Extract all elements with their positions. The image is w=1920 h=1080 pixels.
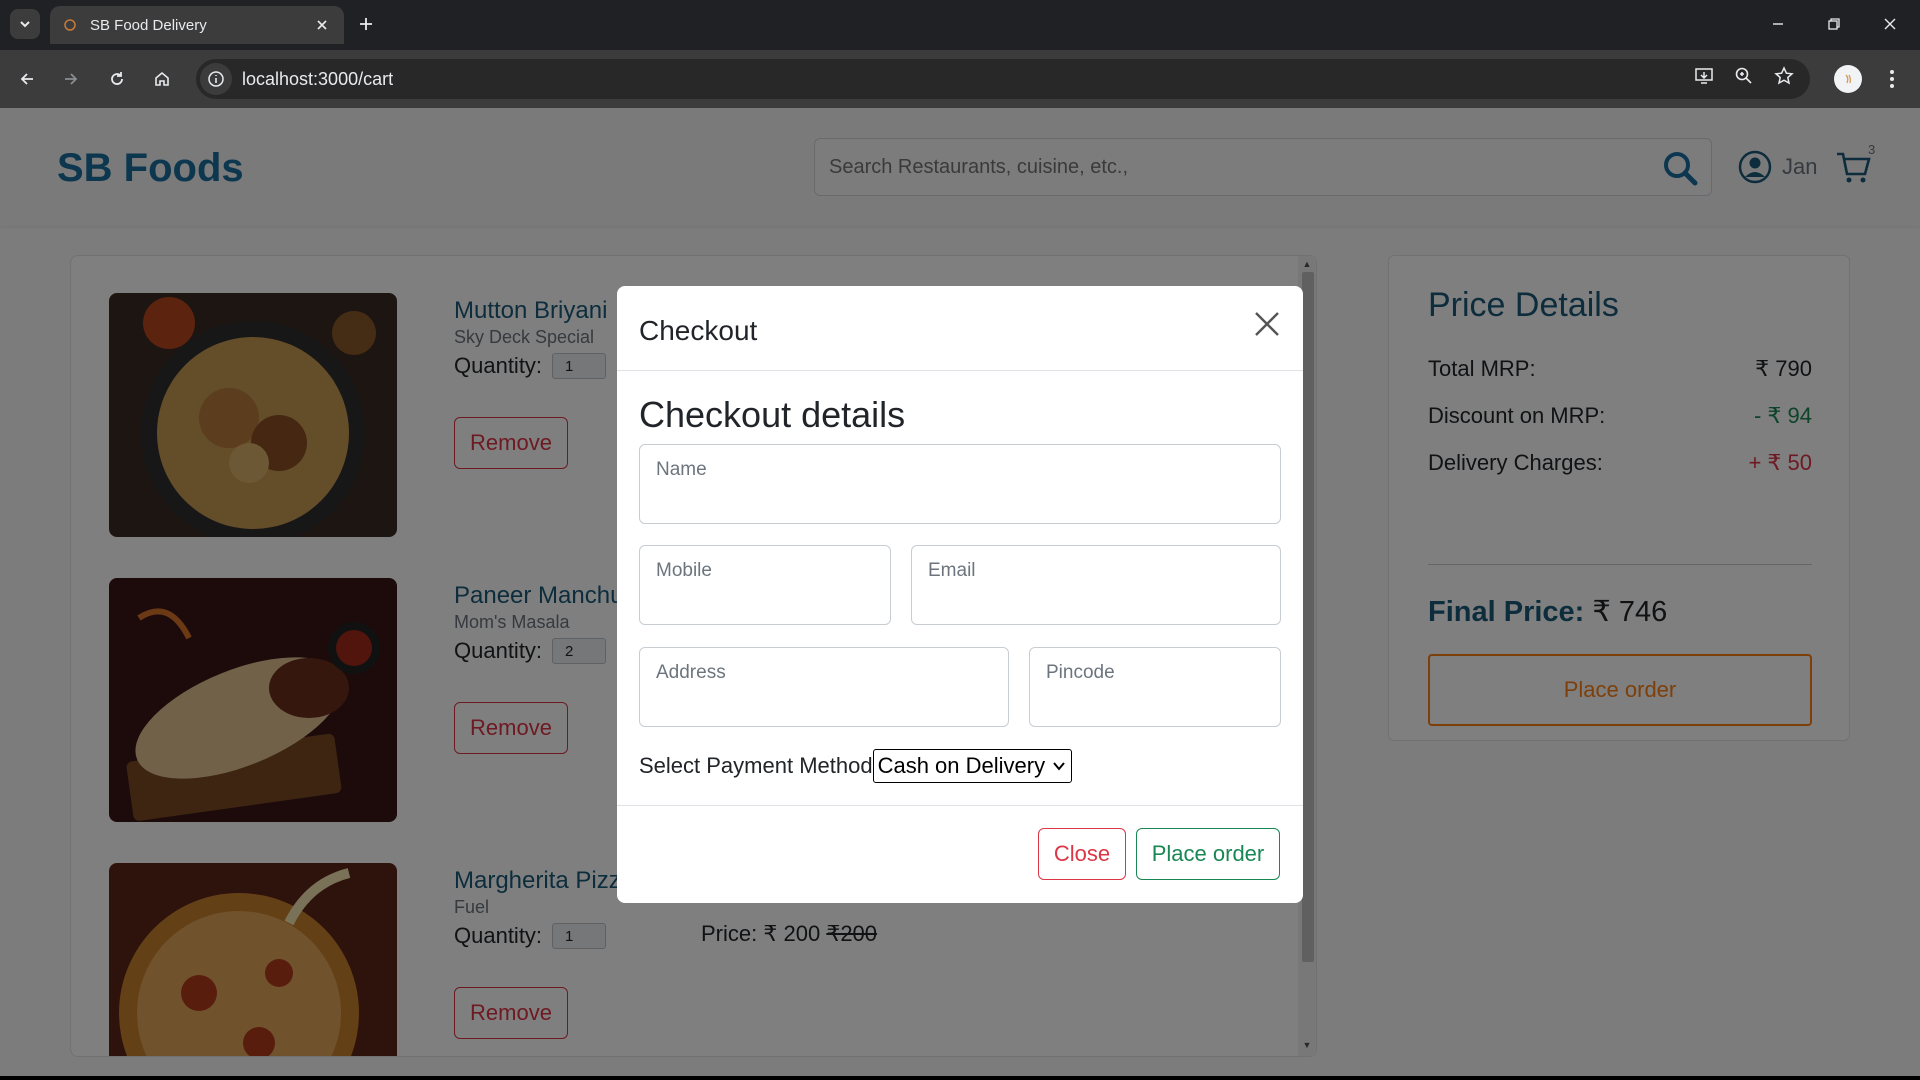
window-close-icon[interactable] [1872, 10, 1908, 38]
address-input[interactable] [656, 690, 992, 718]
payment-method-row: Select Payment Method Cash on Delivery [639, 749, 1073, 783]
bookmark-star-icon[interactable] [1768, 60, 1800, 92]
address-field-label: Address [656, 662, 726, 683]
minimize-icon[interactable] [1760, 10, 1796, 38]
home-icon[interactable] [147, 64, 177, 94]
checkout-modal: Checkout Checkout details Name Mobile Em… [617, 286, 1303, 903]
close-button[interactable]: Close [1038, 828, 1126, 880]
email-input[interactable] [928, 588, 1264, 616]
favicon-icon [62, 17, 78, 33]
mobile-field-label: Mobile [656, 560, 712, 581]
payment-method-select[interactable]: Cash on Delivery [872, 749, 1073, 783]
site-info-icon[interactable] [200, 63, 232, 95]
install-app-icon[interactable] [1688, 60, 1720, 92]
submit-order-button[interactable]: Place order [1136, 828, 1280, 880]
email-field[interactable]: Email [911, 545, 1281, 625]
mobile-input[interactable] [656, 588, 874, 616]
pincode-input[interactable] [1046, 690, 1264, 718]
address-bar[interactable]: localhost:3000/cart [196, 59, 1810, 99]
reload-icon[interactable] [102, 64, 132, 94]
pincode-field[interactable]: Pincode [1029, 647, 1281, 727]
address-field[interactable]: Address [639, 647, 1009, 727]
modal-footer: Close Place order [617, 805, 1303, 903]
url-text: localhost:3000/cart [242, 68, 394, 89]
forward-arrow-icon[interactable] [56, 64, 86, 94]
chevron-down-icon [20, 21, 30, 28]
payment-method-label: Select Payment Method [639, 753, 873, 778]
modal-title: Checkout [639, 315, 758, 346]
tab-close-icon[interactable] [312, 15, 332, 35]
name-input[interactable] [656, 487, 1264, 515]
email-field-label: Email [928, 560, 976, 581]
tab-search-button[interactable] [10, 9, 40, 39]
back-arrow-icon[interactable] [12, 64, 42, 94]
payment-method-value: Cash on Delivery [877, 753, 1046, 778]
tab-title: SB Food Delivery [90, 16, 207, 34]
close-icon[interactable] [1253, 310, 1281, 338]
browser-menu-icon[interactable] [1880, 64, 1904, 94]
profile-avatar-icon[interactable] [1834, 65, 1862, 93]
name-field-label: Name [656, 459, 707, 480]
browser-tab[interactable]: SB Food Delivery [50, 6, 344, 44]
chevron-down-icon [1053, 762, 1065, 771]
checkout-details-heading: Checkout details [639, 394, 906, 435]
browser-toolbar: localhost:3000/cart [0, 50, 1920, 108]
browser-tab-strip: SB Food Delivery [0, 0, 1920, 50]
modal-header: Checkout [617, 286, 1303, 371]
name-field[interactable]: Name [639, 444, 1281, 524]
pincode-field-label: Pincode [1046, 662, 1115, 683]
mobile-field[interactable]: Mobile [639, 545, 891, 625]
restore-icon[interactable] [1816, 10, 1852, 38]
new-tab-plus-icon[interactable] [352, 10, 380, 38]
bottom-edge [0, 1076, 1920, 1080]
zoom-icon[interactable] [1728, 60, 1760, 92]
